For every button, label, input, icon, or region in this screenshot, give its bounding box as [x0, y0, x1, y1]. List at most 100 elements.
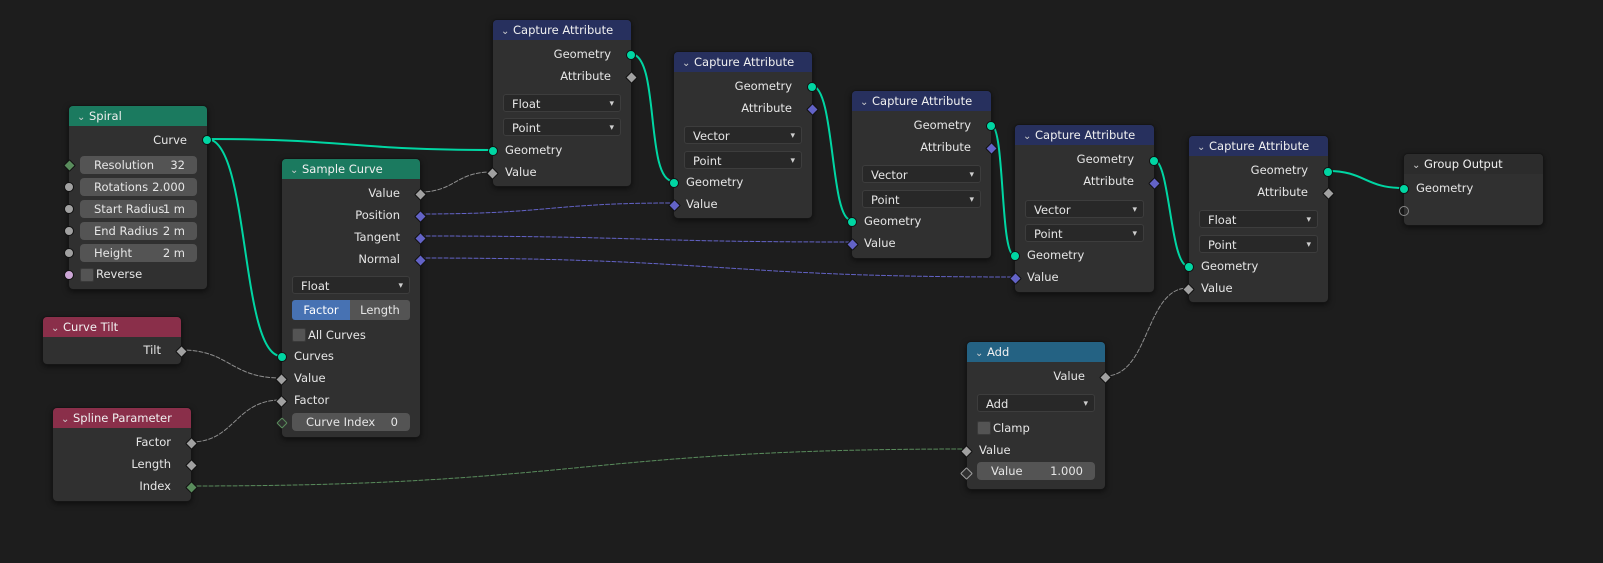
collapse-chevron-icon[interactable]: ⌄ — [860, 93, 872, 113]
collapse-chevron-icon[interactable]: ⌄ — [61, 410, 73, 430]
spline-param-factor-socket[interactable] — [185, 437, 198, 450]
add-value-field[interactable]: Value 1.000 — [977, 462, 1095, 480]
group-output-geometry-socket[interactable] — [1399, 184, 1409, 194]
capture-attribute-node-3[interactable]: ⌄ Capture Attribute Geometry Attribute Ve… — [846, 90, 998, 259]
capture-4-out-attribute-socket[interactable] — [1148, 177, 1161, 190]
spiral-rotations-socket[interactable] — [64, 182, 74, 192]
capture-attribute-node-1[interactable]: ⌄ Capture Attribute Geometry Attribute Fl… — [486, 19, 638, 187]
spline-param-length-socket[interactable] — [185, 459, 198, 472]
sample-curve-data-type-select[interactable]: Float ▾ — [292, 276, 410, 294]
capture-attribute-3-header[interactable]: ⌄ Capture Attribute — [852, 91, 991, 111]
capture-5-out-geometry-socket[interactable] — [1323, 167, 1333, 177]
capture-attribute-node-2[interactable]: ⌄ Capture Attribute Geometry Attribute Ve… — [668, 51, 819, 219]
spiral-start-radius-socket[interactable] — [64, 204, 74, 214]
capture-3-data-type-select[interactable]: Vector ▾ — [862, 165, 981, 183]
spline-parameter-node[interactable]: ⌄ Spline Parameter Factor Length Index — [52, 407, 198, 502]
capture-4-in-geometry-socket[interactable] — [1010, 251, 1020, 261]
capture-2-in-value-socket[interactable] — [668, 199, 681, 212]
capture-5-data-type-select[interactable]: Float ▾ — [1199, 210, 1318, 228]
curve-tilt-node[interactable]: ⌄ Curve Tilt Tilt — [42, 316, 188, 365]
capture-1-data-type-select[interactable]: Float ▾ — [503, 94, 621, 112]
sample-curve-mode-length[interactable]: Length — [350, 300, 410, 320]
add-operation-select[interactable]: Add ▾ — [977, 394, 1095, 412]
sample-curve-mode-factor[interactable]: Factor — [292, 300, 350, 320]
spiral-end-radius-socket[interactable] — [64, 226, 74, 236]
collapse-chevron-icon[interactable]: ⌄ — [501, 22, 513, 42]
capture-5-out-attribute-socket[interactable] — [1322, 187, 1335, 200]
sample-curve-in-factor-socket[interactable] — [275, 395, 288, 408]
add-in-value2-socket[interactable] — [960, 467, 973, 480]
collapse-chevron-icon[interactable]: ⌄ — [1412, 156, 1424, 176]
capture-1-out-geometry-socket[interactable] — [626, 50, 636, 60]
capture-3-in-geometry-socket[interactable] — [847, 217, 857, 227]
capture-1-out-attribute-socket[interactable] — [625, 71, 638, 84]
sample-curve-node[interactable]: ⌄ Sample Curve Value Position Tangent Nor… — [275, 158, 427, 438]
collapse-chevron-icon[interactable]: ⌄ — [51, 319, 63, 339]
sample-curve-header[interactable]: ⌄ Sample Curve — [282, 159, 420, 179]
spiral-reverse-socket[interactable] — [64, 270, 74, 280]
collapse-chevron-icon[interactable]: ⌄ — [77, 108, 89, 128]
capture-2-out-geometry-socket[interactable] — [807, 82, 817, 92]
group-output-node[interactable]: ⌄ Group Output Geometry — [1399, 153, 1544, 226]
curve-tilt-socket[interactable] — [175, 345, 188, 358]
curve-tilt-header[interactable]: ⌄ Curve Tilt — [43, 317, 181, 337]
capture-5-domain-select[interactable]: Point ▾ — [1199, 235, 1318, 253]
capture-2-in-geometry-socket[interactable] — [669, 178, 679, 188]
collapse-chevron-icon[interactable]: ⌄ — [1197, 138, 1209, 158]
capture-3-out-geometry-socket[interactable] — [986, 121, 996, 131]
capture-attribute-4-header[interactable]: ⌄ Capture Attribute — [1015, 125, 1154, 145]
add-in-value-socket[interactable] — [960, 445, 973, 458]
sample-curve-curve-index-socket[interactable] — [276, 417, 288, 429]
capture-attribute-1-header[interactable]: ⌄ Capture Attribute — [493, 20, 631, 40]
clamp-checkbox[interactable] — [977, 421, 991, 435]
capture-5-in-value-socket[interactable] — [1182, 283, 1195, 296]
collapse-chevron-icon[interactable]: ⌄ — [975, 344, 987, 364]
spiral-resolution-socket[interactable] — [63, 159, 76, 172]
sample-curve-out-tangent-socket[interactable] — [414, 232, 427, 245]
sample-curve-out-value-socket[interactable] — [414, 188, 427, 201]
sample-curve-out-normal-socket[interactable] — [414, 254, 427, 267]
collapse-chevron-icon[interactable]: ⌄ — [682, 54, 694, 74]
spiral-end-radius-field[interactable]: End Radius 2 m — [80, 222, 197, 240]
capture-attribute-node-5[interactable]: ⌄ Capture Attribute Geometry Attribute Fl… — [1182, 135, 1335, 303]
sample-curve-in-value-socket[interactable] — [275, 373, 288, 386]
spiral-height-socket[interactable] — [64, 248, 74, 258]
spiral-start-radius-field[interactable]: Start Radius 1 m — [80, 200, 197, 218]
capture-3-in-value-socket[interactable] — [846, 238, 859, 251]
group-output-empty-socket[interactable] — [1399, 206, 1409, 216]
spiral-rotations-field[interactable]: Rotations 2.000 — [80, 178, 197, 196]
spiral-height-field[interactable]: Height 2 m — [80, 244, 197, 262]
curve-index-field[interactable]: Curve Index 0 — [292, 413, 410, 431]
spiral-header[interactable]: ⌄ Spiral — [69, 106, 207, 126]
capture-1-in-geometry-socket[interactable] — [488, 146, 498, 156]
add-out-value-socket[interactable] — [1099, 371, 1112, 384]
capture-4-data-type-select[interactable]: Vector ▾ — [1025, 200, 1144, 218]
capture-2-out-attribute-socket[interactable] — [806, 103, 819, 116]
sample-curve-in-curves-socket[interactable] — [277, 352, 287, 362]
spiral-node[interactable]: ⌄ Spiral Curve Resolution 32 Rotations 2.00… — [63, 105, 212, 290]
capture-5-in-geometry-socket[interactable] — [1184, 262, 1194, 272]
capture-4-out-geometry-socket[interactable] — [1149, 156, 1159, 166]
spiral-curve-socket[interactable] — [202, 135, 212, 145]
capture-4-in-value-socket[interactable] — [1009, 272, 1022, 285]
capture-1-domain-select[interactable]: Point ▾ — [503, 118, 621, 136]
capture-attribute-node-4[interactable]: ⌄ Capture Attribute Geometry Attribute Ve… — [1009, 124, 1161, 293]
spiral-resolution-field[interactable]: Resolution 32 — [80, 156, 197, 174]
capture-3-out-attribute-socket[interactable] — [985, 142, 998, 155]
capture-1-in-value-socket[interactable] — [486, 167, 499, 180]
group-output-header[interactable]: ⌄ Group Output — [1404, 154, 1543, 174]
spiral-reverse-checkbox[interactable] — [80, 268, 94, 282]
add-header[interactable]: ⌄ Add — [967, 342, 1105, 362]
collapse-chevron-icon[interactable]: ⌄ — [290, 161, 302, 181]
sample-curve-out-position-socket[interactable] — [414, 210, 427, 223]
add-math-node[interactable]: ⌄ Add Value Add ▾ Clamp Value Value 1.000 — [960, 341, 1112, 490]
all-curves-checkbox[interactable] — [292, 328, 306, 342]
spline-parameter-header[interactable]: ⌄ Spline Parameter — [53, 408, 191, 428]
capture-attribute-2-header[interactable]: ⌄ Capture Attribute — [674, 52, 812, 72]
collapse-chevron-icon[interactable]: ⌄ — [1023, 127, 1035, 147]
capture-3-domain-select[interactable]: Point ▾ — [862, 190, 981, 208]
capture-2-data-type-select[interactable]: Vector ▾ — [684, 126, 802, 144]
spline-param-index-socket[interactable] — [185, 481, 198, 494]
capture-attribute-5-header[interactable]: ⌄ Capture Attribute — [1189, 136, 1328, 156]
capture-2-domain-select[interactable]: Point ▾ — [684, 151, 802, 169]
